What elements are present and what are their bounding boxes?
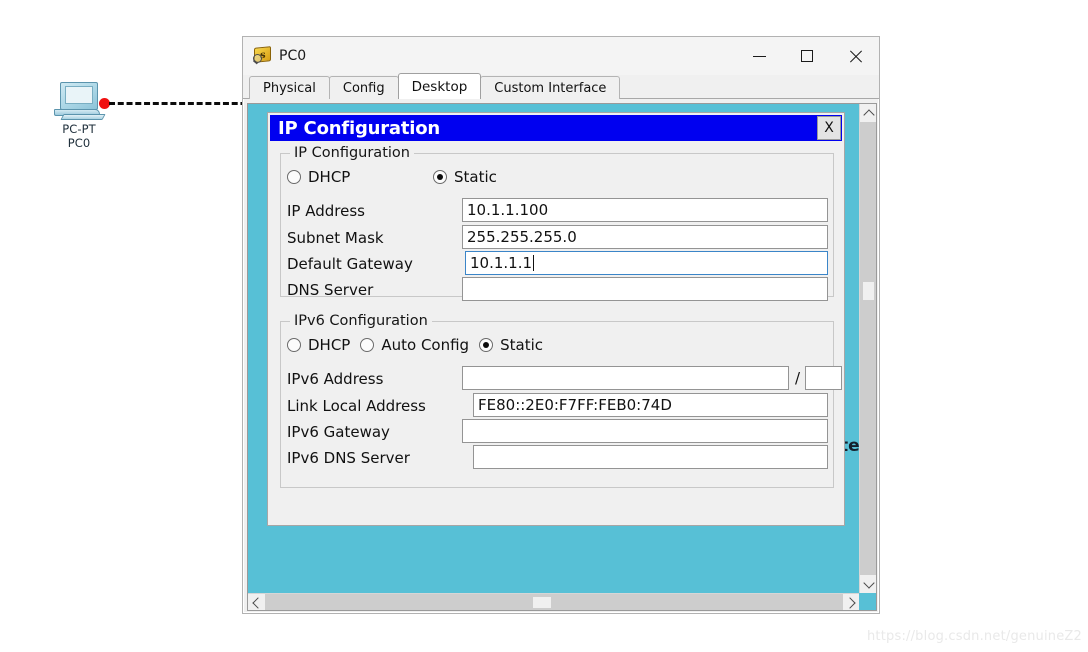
label-subnet-mask: Subnet Mask [287,229,384,247]
device-tabstrip: Physical Config Desktop Custom Interface [243,73,879,99]
pc-keyboard-shape [60,114,106,120]
input-ipv6-address[interactable] [462,366,789,390]
window-titlebar[interactable]: s PC0 [243,37,879,75]
ip-configuration-titlebar: IP Configuration X [270,115,842,141]
desktop-panel: Dialer Editor Firewall te IP Configurati… [247,103,877,611]
horizontal-scroll-track[interactable] [265,594,843,610]
scroll-right-button[interactable] [843,594,860,610]
horizontal-scroll-thumb[interactable] [532,596,552,609]
packet-tracer-device-icon: s [252,46,272,66]
input-default-gateway-value: 10.1.1.1 [470,254,533,272]
close-icon [848,49,863,64]
radio-ipv6-dhcp-indicator [287,338,301,352]
device-type-label: PC-PT [62,122,96,136]
desktop-vertical-scrollbar[interactable] [859,104,876,593]
radio-ipv4-static-label: Static [454,168,497,186]
ipv4-group-title: IP Configuration [290,145,414,161]
label-ip-address: IP Address [287,202,365,220]
ip-configuration-dialog[interactable]: IP Configuration X IP Configuration DHCP… [267,112,845,526]
pc-workstation-icon [52,82,106,122]
tab-config[interactable]: Config [328,76,399,99]
input-link-local-address[interactable]: FE80::2E0:F7FF:FEB0:74D [473,393,828,417]
desktop-canvas[interactable]: Dialer Editor Firewall te IP Configurati… [248,104,860,593]
radio-ipv4-static-indicator [433,170,447,184]
ip-configuration-title: IP Configuration [278,117,441,139]
desktop-horizontal-scrollbar[interactable] [248,593,860,610]
radio-ipv4-dhcp[interactable]: DHCP [287,168,423,186]
ipv4-mode-radio-group: DHCP Static [287,168,507,186]
tab-custom-interface[interactable]: Custom Interface [480,76,621,99]
vertical-scroll-thumb[interactable] [862,281,875,301]
window-title: PC0 [279,48,307,64]
device-name-label: PC0 [67,136,91,150]
ip-configuration-close-button[interactable]: X [817,116,841,140]
radio-ipv6-static-indicator [479,338,494,352]
minimize-icon [752,55,766,57]
scroll-up-button[interactable] [860,104,876,122]
link-cable-line [109,102,264,105]
scroll-left-button[interactable] [248,594,265,610]
maximize-icon [801,50,813,62]
minimize-button[interactable] [735,37,783,75]
ipv4-configuration-group: IP Configuration DHCP Static IP Address … [280,145,834,301]
label-ipv6-dns-server: IPv6 DNS Server [287,449,410,467]
ipv6-prefix-separator: / [795,369,801,387]
ipv6-mode-radio-group: DHCP Auto Config Static [287,336,553,354]
close-button[interactable] [831,37,879,75]
pc-monitor-shape [60,82,98,110]
vertical-scroll-track[interactable] [860,122,876,575]
radio-ipv6-auto-config[interactable]: Auto Config [360,336,469,354]
radio-ipv6-dhcp[interactable]: DHCP [287,336,350,354]
ipv6-configuration-group: IPv6 Configuration DHCP Auto Config Stat… [280,313,842,488]
tab-desktop[interactable]: Desktop [397,73,482,99]
radio-ipv6-static-label: Static [500,336,543,354]
text-caret [532,255,534,271]
input-ipv6-prefix-length[interactable] [805,366,842,390]
input-subnet-mask[interactable]: 255.255.255.0 [462,225,828,249]
pc0-device-window[interactable]: s PC0 Physical Config Desktop Custom Int… [242,36,880,614]
ipv6-group-title: IPv6 Configuration [290,313,432,329]
tab-physical[interactable]: Physical [249,76,330,99]
radio-ipv6-static[interactable]: Static [479,336,543,354]
chevron-left-icon [252,596,264,609]
radio-ipv6-dhcp-label: DHCP [308,336,351,354]
watermark-text: https://blog.csdn.net/genuineZ2 [866,629,1082,644]
radio-ipv4-dhcp-indicator [287,170,301,184]
label-ipv6-gateway: IPv6 Gateway [287,423,390,441]
chevron-up-icon [862,108,875,121]
radio-ipv4-static[interactable]: Static [433,168,497,186]
scroll-down-button[interactable] [860,575,876,593]
device-node-pc0[interactable]: PC-PT PC0 [48,82,110,150]
pc-screen-shape [65,86,93,104]
radio-ipv4-dhcp-label: DHCP [308,168,351,186]
radio-ipv6-auto-config-label: Auto Config [381,336,470,354]
input-ipv6-gateway[interactable] [462,419,828,443]
label-dns-server: DNS Server [287,281,374,299]
input-ipv6-dns-server[interactable] [473,445,828,469]
input-dns-server[interactable] [462,277,828,301]
input-ip-address[interactable]: 10.1.1.100 [462,198,828,222]
chevron-down-icon [862,576,875,589]
window-controls [735,37,879,75]
radio-ipv6-auto-config-indicator [360,338,375,352]
scrollbar-corner [859,593,876,610]
maximize-button[interactable] [783,37,831,75]
input-default-gateway[interactable]: 10.1.1.1 [465,251,828,275]
label-ipv6-address: IPv6 Address [287,370,384,388]
label-link-local-address: Link Local Address [287,397,426,415]
chevron-right-icon [844,596,856,609]
label-default-gateway: Default Gateway [287,255,413,273]
